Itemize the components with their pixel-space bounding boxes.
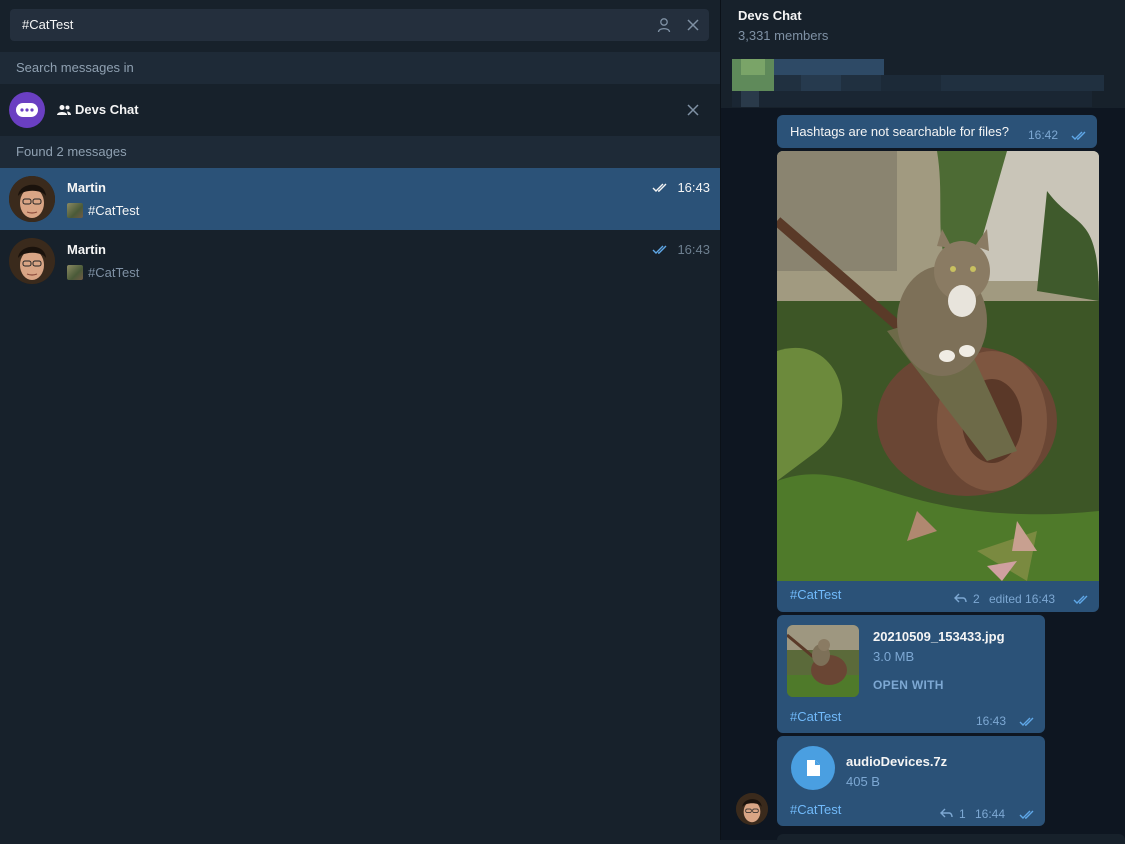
message-time: 16:42: [1028, 128, 1059, 142]
result-sender-name: Martin: [67, 180, 106, 195]
double-check-icon: [1071, 131, 1086, 140]
chat-avatar: [9, 92, 45, 128]
pinned-bar-pixelated: [721, 52, 1125, 108]
next-message-edge: [777, 834, 1125, 844]
clear-search-icon[interactable]: [685, 17, 701, 33]
chat-panel: Devs Chat 3,331 members Hashtags are not…: [720, 0, 1125, 844]
search-input[interactable]: [22, 9, 622, 41]
message-time: 16:44: [975, 807, 1006, 821]
double-check-icon: [1019, 717, 1034, 726]
close-scope-icon[interactable]: [685, 102, 701, 118]
document-download-button[interactable]: [791, 746, 835, 790]
reply-icon[interactable]: [940, 808, 953, 818]
search-result-row[interactable]: Martin 16:43 #CatTest: [0, 168, 720, 230]
file-thumbnail[interactable]: [787, 625, 859, 697]
avatar: [9, 176, 55, 222]
search-result-row[interactable]: Martin 16:43 #CatTest: [0, 230, 720, 292]
chat-bubble-icon: [16, 103, 38, 117]
scope-chat-name: Devs Chat: [75, 102, 139, 117]
avatar: [9, 238, 55, 284]
message-bubble-document[interactable]: audioDevices.7z 405 B #CatTest 1 16:44: [777, 736, 1045, 826]
cat-photo[interactable]: [777, 151, 1099, 581]
file-size: 405 B: [846, 774, 880, 789]
search-in-label: Search messages in: [0, 52, 720, 84]
found-count-label: Found 2 messages: [0, 136, 720, 168]
message-time: 16:43: [976, 714, 1007, 728]
double-check-icon: [1073, 595, 1088, 604]
double-check-icon: [652, 245, 667, 254]
user-filter-icon[interactable]: [656, 17, 672, 33]
result-time: 16:43: [677, 242, 710, 257]
search-panel: Search messages in Devs Chat Found 2 mes…: [0, 0, 720, 840]
hashtag-link[interactable]: #CatTest: [790, 802, 841, 817]
double-check-icon: [652, 183, 667, 192]
file-size: 3.0 MB: [873, 649, 915, 664]
photo-thumbnail-icon: [67, 203, 83, 218]
avatar[interactable]: [736, 793, 768, 825]
chat-title: Devs Chat: [738, 8, 802, 23]
result-snippet: #CatTest: [88, 265, 140, 280]
file-name: 20210509_153433.jpg: [873, 629, 1005, 644]
message-bubble[interactable]: Hashtags are not searchable for files? 1…: [777, 115, 1097, 148]
message-bubble-photo[interactable]: #CatTest 2 edited 16:43: [777, 151, 1099, 612]
file-name: audioDevices.7z: [846, 754, 948, 769]
hashtag-link[interactable]: #CatTest: [790, 587, 841, 602]
chat-members-count: 3,331 members: [738, 28, 829, 43]
search-scope-chat[interactable]: Devs Chat: [0, 84, 720, 136]
double-check-icon: [1019, 810, 1034, 819]
open-with-button[interactable]: OPEN WITH: [873, 678, 944, 692]
reply-count: 1: [959, 807, 966, 821]
reply-icon[interactable]: [954, 593, 967, 603]
result-sender-name: Martin: [67, 242, 106, 257]
group-icon: [57, 105, 71, 115]
reply-count: 2: [973, 592, 980, 606]
result-time: 16:43: [677, 180, 710, 195]
result-snippet: #CatTest: [88, 203, 140, 218]
document-icon: [807, 760, 820, 776]
message-bubble-file[interactable]: 20210509_153433.jpg 3.0 MB OPEN WITH #Ca…: [777, 615, 1045, 733]
edited-time: edited 16:43: [989, 592, 1056, 606]
chat-header[interactable]: Devs Chat 3,331 members: [721, 0, 1125, 52]
photo-thumbnail-icon: [67, 265, 83, 280]
search-bar: [10, 9, 709, 41]
message-text: Hashtags are not searchable for files?: [790, 124, 1009, 139]
hashtag-link[interactable]: #CatTest: [790, 709, 841, 724]
